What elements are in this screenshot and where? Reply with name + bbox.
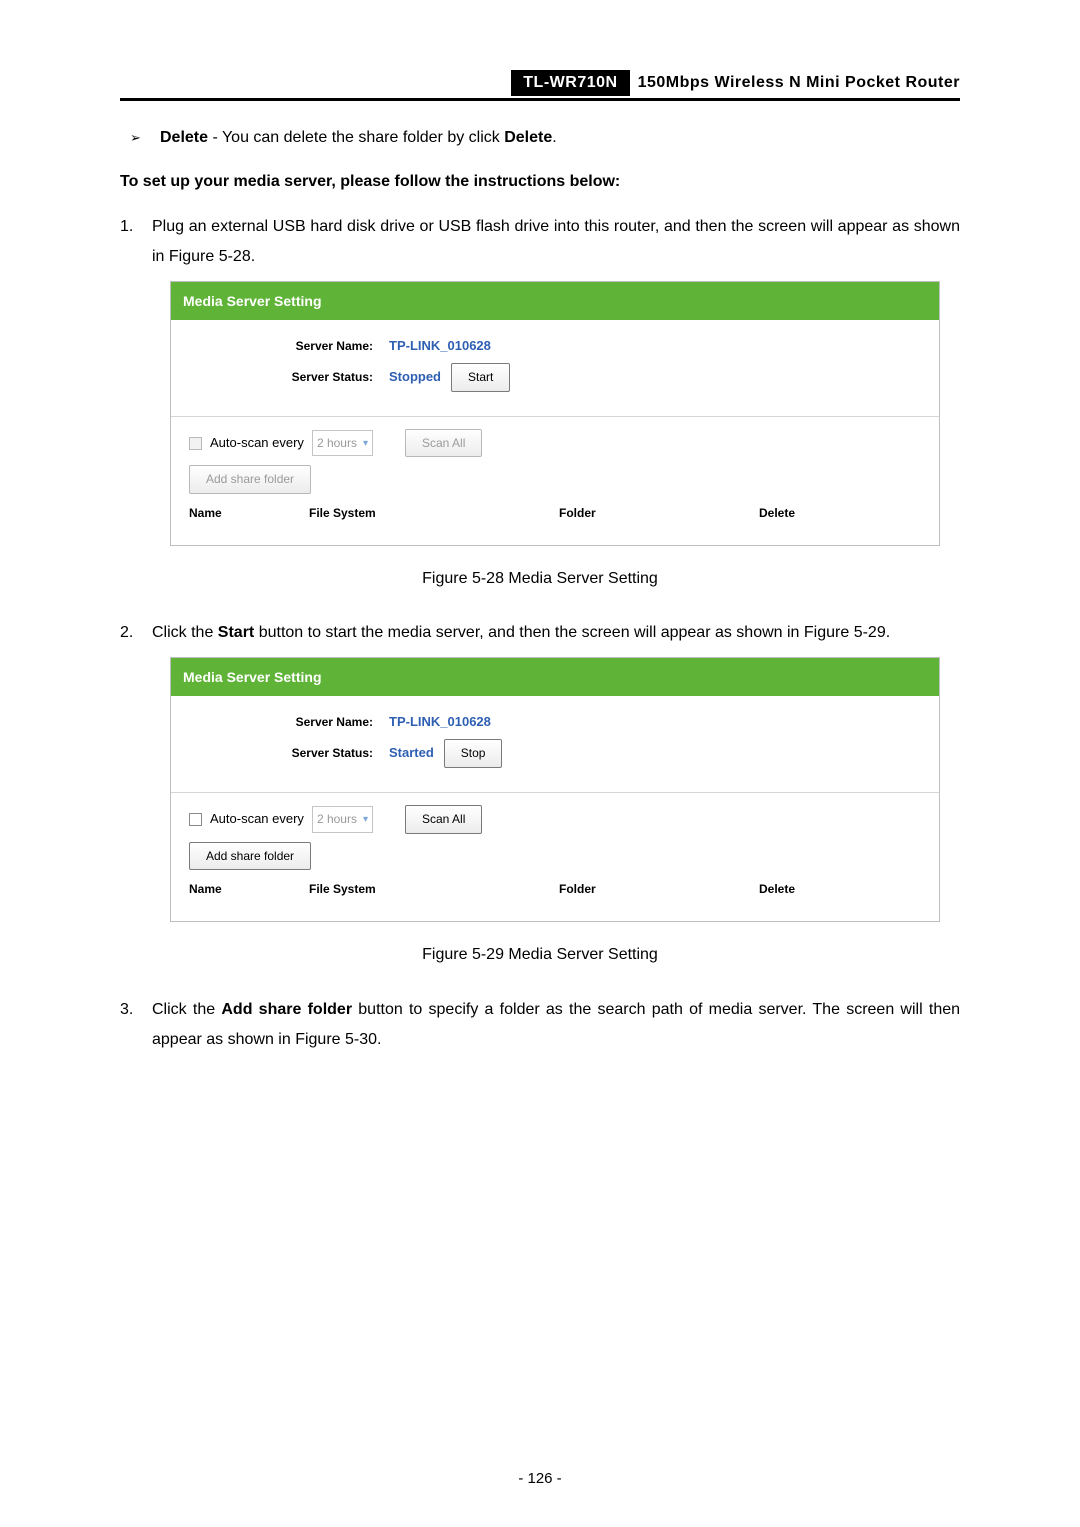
step-3-btnref: Add share folder bbox=[221, 1001, 352, 1018]
scan-all-button[interactable]: Scan All bbox=[405, 805, 482, 834]
step-3-text-a: Click the bbox=[152, 1001, 221, 1018]
page-number: - 126 - bbox=[0, 1470, 1080, 1487]
delete-label: Delete bbox=[160, 129, 208, 146]
server-name-label: Server Name: bbox=[189, 711, 389, 734]
delete-desc: - You can delete the share folder by cli… bbox=[208, 129, 504, 146]
th-delete: Delete bbox=[759, 878, 879, 901]
server-status-value: Started bbox=[389, 741, 434, 766]
step-1-text-b: . bbox=[251, 248, 255, 265]
scan-section: Auto-scan every 2 hours ▾ Scan All Add s… bbox=[171, 417, 939, 545]
step-2-text-b: button to start the media server, and th… bbox=[254, 624, 804, 641]
chevron-down-icon: ▾ bbox=[363, 434, 368, 453]
step-2-text: Click the Start button to start the medi… bbox=[152, 618, 890, 648]
step-1-figref: Figure 5-28 bbox=[169, 248, 251, 265]
autoscan-interval-select[interactable]: 2 hours ▾ bbox=[312, 430, 373, 457]
step-2: 2. Click the Start button to start the m… bbox=[120, 618, 960, 648]
server-name-value: TP-LINK_010628 bbox=[389, 710, 491, 735]
delete-label2: Delete bbox=[504, 129, 552, 146]
server-name-value: TP-LINK_010628 bbox=[389, 334, 491, 359]
step-3-figref: Figure 5-30 bbox=[295, 1031, 377, 1048]
panel-title: Media Server Setting bbox=[171, 658, 939, 697]
th-filesystem: File System bbox=[309, 878, 559, 901]
step-2-btnref: Start bbox=[218, 624, 254, 641]
add-share-folder-button[interactable]: Add share folder bbox=[189, 842, 311, 871]
th-name: Name bbox=[189, 502, 309, 525]
step-1-text-a: Plug an external USB hard disk drive or … bbox=[152, 218, 960, 265]
figure-5-29-caption: Figure 5-29 Media Server Setting bbox=[120, 940, 960, 970]
bullet-text: Delete - You can delete the share folder… bbox=[160, 123, 557, 153]
panel-title: Media Server Setting bbox=[171, 282, 939, 321]
autoscan-interval-value: 2 hours bbox=[317, 808, 357, 831]
share-table-header: Name File System Folder Delete bbox=[189, 878, 921, 901]
autoscan-label: Auto-scan every bbox=[210, 807, 304, 832]
server-status-value: Stopped bbox=[389, 365, 441, 390]
server-name-label: Server Name: bbox=[189, 335, 389, 358]
server-info-section: Server Name: TP-LINK_010628 Server Statu… bbox=[171, 696, 939, 792]
step-3-text-c: . bbox=[377, 1031, 381, 1048]
server-status-label: Server Status: bbox=[189, 366, 389, 389]
step-3-text: Click the Add share folder button to spe… bbox=[152, 995, 960, 1056]
step-2-number: 2. bbox=[120, 618, 152, 648]
chevron-down-icon: ▾ bbox=[363, 810, 368, 829]
autoscan-checkbox[interactable] bbox=[189, 813, 202, 826]
th-folder: Folder bbox=[559, 878, 759, 901]
scan-all-button[interactable]: Scan All bbox=[405, 429, 482, 458]
th-delete: Delete bbox=[759, 502, 879, 525]
share-table-header: Name File System Folder Delete bbox=[189, 502, 921, 525]
step-3: 3. Click the Add share folder button to … bbox=[120, 995, 960, 1056]
setup-heading: To set up your media server, please foll… bbox=[120, 167, 960, 197]
step-3-number: 3. bbox=[120, 995, 152, 1056]
step-2-text-a: Click the bbox=[152, 624, 218, 641]
autoscan-label: Auto-scan every bbox=[210, 431, 304, 456]
doc-header: TL-WR710N 150Mbps Wireless N Mini Pocket… bbox=[120, 70, 960, 101]
th-filesystem: File System bbox=[309, 502, 559, 525]
start-button[interactable]: Start bbox=[451, 363, 510, 392]
bullet-delete: ➢ Delete - You can delete the share fold… bbox=[130, 123, 960, 153]
step-1-text: Plug an external USB hard disk drive or … bbox=[152, 212, 960, 273]
th-folder: Folder bbox=[559, 502, 759, 525]
bullet-glyph-icon: ➢ bbox=[130, 123, 160, 153]
th-name: Name bbox=[189, 878, 309, 901]
figure-5-29-screenshot: Media Server Setting Server Name: TP-LIN… bbox=[170, 657, 940, 922]
step-1: 1. Plug an external USB hard disk drive … bbox=[120, 212, 960, 273]
header-description: 150Mbps Wireless N Mini Pocket Router bbox=[638, 74, 960, 92]
step-2-text-c: . bbox=[886, 624, 890, 641]
delete-period: . bbox=[552, 129, 556, 146]
server-status-label: Server Status: bbox=[189, 742, 389, 765]
figure-5-28-caption: Figure 5-28 Media Server Setting bbox=[120, 564, 960, 594]
autoscan-interval-select[interactable]: 2 hours ▾ bbox=[312, 806, 373, 833]
figure-5-28-screenshot: Media Server Setting Server Name: TP-LIN… bbox=[170, 281, 940, 546]
server-info-section: Server Name: TP-LINK_010628 Server Statu… bbox=[171, 320, 939, 416]
autoscan-interval-value: 2 hours bbox=[317, 432, 357, 455]
autoscan-checkbox[interactable] bbox=[189, 437, 202, 450]
step-2-figref: Figure 5-29 bbox=[804, 624, 886, 641]
model-badge: TL-WR710N bbox=[511, 70, 629, 96]
add-share-folder-button[interactable]: Add share folder bbox=[189, 465, 311, 494]
scan-section: Auto-scan every 2 hours ▾ Scan All Add s… bbox=[171, 793, 939, 921]
step-1-number: 1. bbox=[120, 212, 152, 273]
stop-button[interactable]: Stop bbox=[444, 739, 503, 768]
